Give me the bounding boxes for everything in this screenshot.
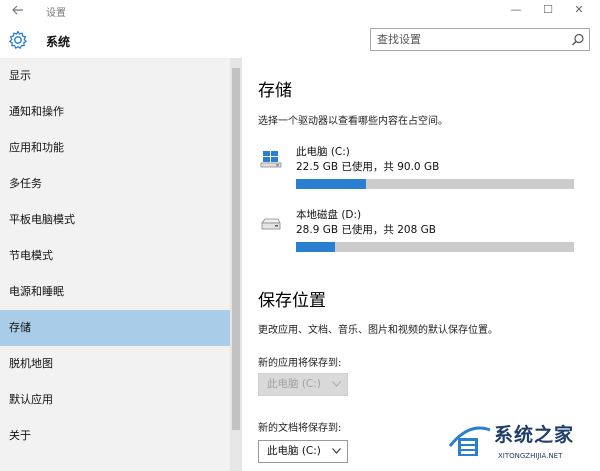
new-apps-label: 新的应用将保存到:: [258, 358, 342, 369]
drive-c-usage-fill: [296, 179, 366, 189]
save-locations-description: 更改应用、文档、音乐、图片和视频的默认保存位置。: [258, 325, 498, 336]
sidebar-item-notifications[interactable]: 通知和操作: [0, 94, 230, 130]
watermark-logo-icon: [448, 426, 491, 456]
minimize-button[interactable]: —: [503, 0, 529, 20]
new-docs-save-select[interactable]: 此电脑 (C:): [258, 440, 348, 463]
main-content: 存储 选择一个驱动器以查看哪些内容在占空间。 此电脑 (C:) 22.5 GB …: [242, 58, 600, 471]
search-input[interactable]: [371, 29, 567, 50]
windows-drive-icon: [260, 151, 282, 168]
sidebar-item-default-apps[interactable]: 默认应用: [0, 382, 230, 418]
drive-c-name: 此电脑 (C:): [296, 146, 350, 158]
gear-icon: [9, 30, 27, 49]
storage-description: 选择一个驱动器以查看哪些内容在占空间。: [258, 116, 448, 127]
sidebar-item-storage[interactable]: 存储: [0, 310, 230, 346]
window-title: 设置: [46, 8, 66, 19]
back-arrow-icon: [12, 5, 23, 15]
search-box[interactable]: [370, 28, 590, 51]
site-watermark: 系统之家 XITONGZHIJIA.NET: [440, 414, 600, 471]
sidebar-item-apps-features[interactable]: 应用和功能: [0, 130, 230, 166]
watermark-text: 系统之家: [494, 424, 575, 446]
sidebar-item-battery-saver[interactable]: 节电模式: [0, 238, 230, 274]
hard-drive-icon: [261, 218, 281, 230]
chevron-down-icon: [332, 381, 341, 387]
drive-c-usage-bar: [296, 179, 574, 189]
sidebar-item-power-sleep[interactable]: 电源和睡眠: [0, 274, 230, 310]
sidebar-item-tablet-mode[interactable]: 平板电脑模式: [0, 202, 230, 238]
new-docs-label: 新的文档将保存到:: [258, 423, 342, 434]
sidebar-item-display[interactable]: 显示: [0, 58, 230, 94]
sidebar-item-multitasking[interactable]: 多任务: [0, 166, 230, 202]
title-bar: 设置 — ☐ ✕: [0, 0, 600, 21]
sidebar-scroll-thumb[interactable]: [232, 68, 240, 430]
drive-d-usage-bar: [296, 242, 574, 252]
back-button[interactable]: [8, 2, 28, 18]
search-icon[interactable]: [571, 33, 585, 47]
drive-d-name: 本地磁盘 (D:): [296, 209, 362, 221]
drive-d-usage: 28.9 GB 已使用，共 208 GB: [296, 224, 436, 236]
save-locations-heading: 保存位置: [258, 291, 326, 311]
sidebar-scrollbar[interactable]: [230, 58, 242, 471]
drive-d-usage-fill: [296, 242, 335, 252]
new-docs-save-value: 此电脑 (C:): [267, 445, 321, 457]
close-button[interactable]: ✕: [566, 0, 592, 20]
section-title: 系统: [46, 35, 71, 49]
storage-heading: 存储: [258, 81, 292, 101]
new-apps-save-value: 此电脑 (C:): [267, 378, 321, 390]
watermark-url: XITONGZHIJIA.NET: [498, 452, 563, 460]
maximize-button[interactable]: ☐: [535, 0, 561, 20]
sidebar-item-about[interactable]: 关于: [0, 418, 230, 454]
chevron-down-icon: [332, 448, 341, 454]
sidebar-item-offline-maps[interactable]: 脱机地图: [0, 346, 230, 382]
drive-c-usage: 22.5 GB 已使用，共 90.0 GB: [296, 161, 440, 173]
sidebar: 显示 通知和操作 应用和功能 多任务 平板电脑模式 节电模式 电源和睡眠 存储 …: [0, 58, 242, 471]
new-apps-save-select[interactable]: 此电脑 (C:): [258, 373, 348, 396]
